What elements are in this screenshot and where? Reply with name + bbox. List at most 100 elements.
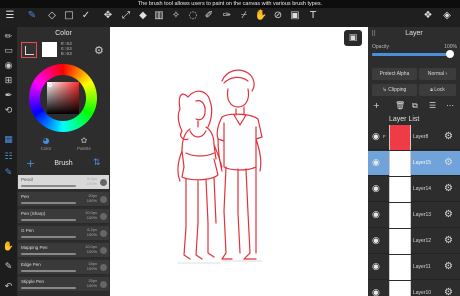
drawing-canvas[interactable] (110, 27, 368, 296)
tab-palette[interactable]: ✿ Palette (69, 136, 99, 151)
layer-settings-gear-icon[interactable]: ⚙ (444, 235, 453, 246)
transform-icon[interactable]: ⤢ (119, 9, 133, 23)
brush-item[interactable]: Pen 20px 100% (18, 192, 109, 207)
brush-item[interactable]: Edge Pen 15px 100% (18, 260, 109, 275)
visibility-eye-icon[interactable]: ◉ (372, 210, 380, 220)
brush-tool-icon[interactable]: ✎ (25, 9, 39, 23)
materials-icon[interactable]: ❖ (421, 9, 435, 23)
brush-stroke-preview (21, 236, 76, 238)
brush-settings-icon[interactable] (100, 264, 107, 271)
wand-icon[interactable]: ✧ (169, 9, 183, 23)
opacity-slider[interactable] (372, 50, 454, 58)
brush-size: 8.0px 100% (86, 176, 97, 186)
brush-settings-icon[interactable] (100, 230, 107, 237)
opacity-slider-knob[interactable] (446, 50, 454, 58)
layer-thumbnail (389, 203, 411, 228)
layer-item[interactable]: ◉ Layer10 ⚙ (368, 281, 460, 296)
layer-item[interactable]: ◉ Layer12 ⚙ (368, 229, 460, 254)
tab-color[interactable]: ◕ Color (31, 136, 61, 151)
brush-settings-icon[interactable] (100, 213, 107, 220)
delete-layer-icon[interactable]: 🗑︎ (395, 101, 405, 110)
layer-list-title: Layer List (389, 116, 420, 123)
secondary-color-swatch[interactable] (42, 42, 57, 57)
eraser-panel-icon[interactable]: ▭ (2, 45, 15, 58)
eraser-icon[interactable]: ◇ (45, 9, 59, 23)
select-eraser-icon[interactable]: ✑ (220, 9, 234, 23)
rotate-icon[interactable]: ⟲ (2, 105, 15, 118)
layer-list-view-icon[interactable]: ☰ (429, 101, 436, 110)
brush-settings-icon[interactable] (100, 196, 107, 203)
checkmark-icon[interactable]: ✓ (79, 9, 93, 23)
duplicate-layer-icon[interactable]: ⧉ (412, 101, 418, 111)
color-panel-title: Color (55, 30, 72, 37)
brush-settings-icon[interactable] (100, 281, 107, 288)
move-icon[interactable]: ✥ (101, 9, 115, 23)
layer-settings-gear-icon[interactable]: ⚙ (444, 183, 453, 194)
more-options-icon[interactable]: ⋯ (446, 101, 454, 110)
protect-alpha-button[interactable]: Protect Alpha (372, 68, 417, 80)
brush-item[interactable]: Mapping Pen 10.0px 100% (18, 243, 109, 258)
canvas-view-icon[interactable]: ▣ (344, 30, 362, 46)
chevron-right-icon: › (445, 71, 448, 77)
layer-settings-gear-icon[interactable]: ⚙ (444, 131, 453, 142)
saturation-value-square[interactable] (47, 82, 79, 114)
pencil-small-icon[interactable]: ✎ (2, 261, 15, 274)
layer-settings-gear-icon[interactable]: ⚙ (444, 287, 453, 296)
visibility-eye-icon[interactable]: ◉ (372, 262, 380, 272)
brush-list-icon[interactable]: ✎ (2, 167, 15, 180)
brush-item[interactable]: Pencil 8.0px 100% (18, 175, 109, 190)
visibility-eye-icon[interactable]: ◉ (372, 132, 380, 142)
layers-stack-icon[interactable]: ◈ (440, 9, 454, 23)
text-tool-icon[interactable]: T (306, 9, 320, 23)
select-pen-icon[interactable]: ✐ (202, 9, 216, 23)
hand-tool-icon[interactable]: ✋ (254, 9, 268, 23)
frame-icon[interactable]: ▣ (288, 9, 302, 23)
color-wheel[interactable] (29, 64, 97, 132)
color-settings-gear-icon[interactable]: ⚙ (94, 44, 104, 57)
layer-actions: + 🗑︎ ⧉ ☰ ⋯ (368, 101, 460, 113)
layer-settings-gear-icon[interactable]: ⚙ (444, 261, 453, 272)
visibility-eye-icon[interactable]: ◉ (372, 288, 380, 296)
brush-settings-icon[interactable] (100, 247, 107, 254)
layer-item[interactable]: ◉ Layer11 ⚙ (368, 255, 460, 280)
visibility-eye-icon[interactable]: ◉ (372, 184, 380, 194)
layer-item[interactable]: ◉ Layer15 ⚙ (368, 151, 460, 176)
lock-button[interactable]: 🔒︎ Lock (419, 84, 456, 96)
color-panel-icon[interactable]: ◉ (2, 60, 15, 73)
visibility-eye-icon[interactable]: ◉ (372, 158, 380, 168)
undo-icon[interactable]: ↶ (2, 281, 15, 294)
selection-rect-icon[interactable]: □ (62, 9, 76, 23)
brush-item[interactable]: G Pen 6.2px 100% (18, 226, 109, 241)
gradient-icon[interactable]: ▥ (152, 9, 166, 23)
primary-color-swatch[interactable] (21, 42, 37, 58)
layer-flag: F (383, 134, 386, 139)
brush-panel-icon[interactable]: ✏ (2, 31, 15, 44)
lasso-icon[interactable]: ◌ (186, 9, 200, 23)
sketch-artwork (177, 69, 263, 264)
layer-item[interactable]: ◉ Layer13 ⚙ (368, 203, 460, 228)
panel-toggle-icon[interactable]: ▦ (2, 134, 15, 147)
brush-size: 15px 100% (86, 261, 97, 271)
visibility-eye-icon[interactable]: ◉ (372, 236, 380, 246)
brush-item[interactable]: Pen (Sharp) 10.0px 100% (18, 209, 109, 224)
menu-icon[interactable]: ☰ (3, 9, 17, 23)
layer-panel-icon[interactable]: ⊞ (2, 75, 15, 88)
sort-icon[interactable]: ⇅ (93, 158, 101, 168)
clipping-button[interactable]: ↳ Clipping (372, 84, 417, 96)
layer-settings-gear-icon[interactable]: ⚙ (444, 157, 453, 168)
brush-item[interactable]: Stipple Pen 25px 100% (18, 277, 109, 292)
layer-settings-gear-icon[interactable]: ⚙ (444, 209, 453, 220)
hand-icon[interactable]: ✋ (2, 241, 15, 254)
blend-mode-select[interactable]: Normal › (419, 68, 456, 80)
color-picker-cursor[interactable] (48, 83, 52, 87)
eyedropper-icon[interactable]: ⌿ (237, 9, 251, 23)
pen-pressure-icon[interactable]: ✒ (2, 90, 15, 103)
layer-item[interactable]: ◉ F Layer8 ⚙ (368, 125, 460, 150)
ruler-icon[interactable]: ⊘ (271, 9, 285, 23)
palette-icon: ◕ (42, 136, 50, 145)
brush-settings-icon[interactable] (100, 179, 107, 186)
fill-bucket-icon[interactable]: ◆ (136, 9, 150, 23)
add-layer-icon[interactable]: + (373, 101, 380, 110)
list-icon[interactable]: ☷ (2, 151, 15, 164)
layer-item[interactable]: ◉ Layer14 ⚙ (368, 177, 460, 202)
